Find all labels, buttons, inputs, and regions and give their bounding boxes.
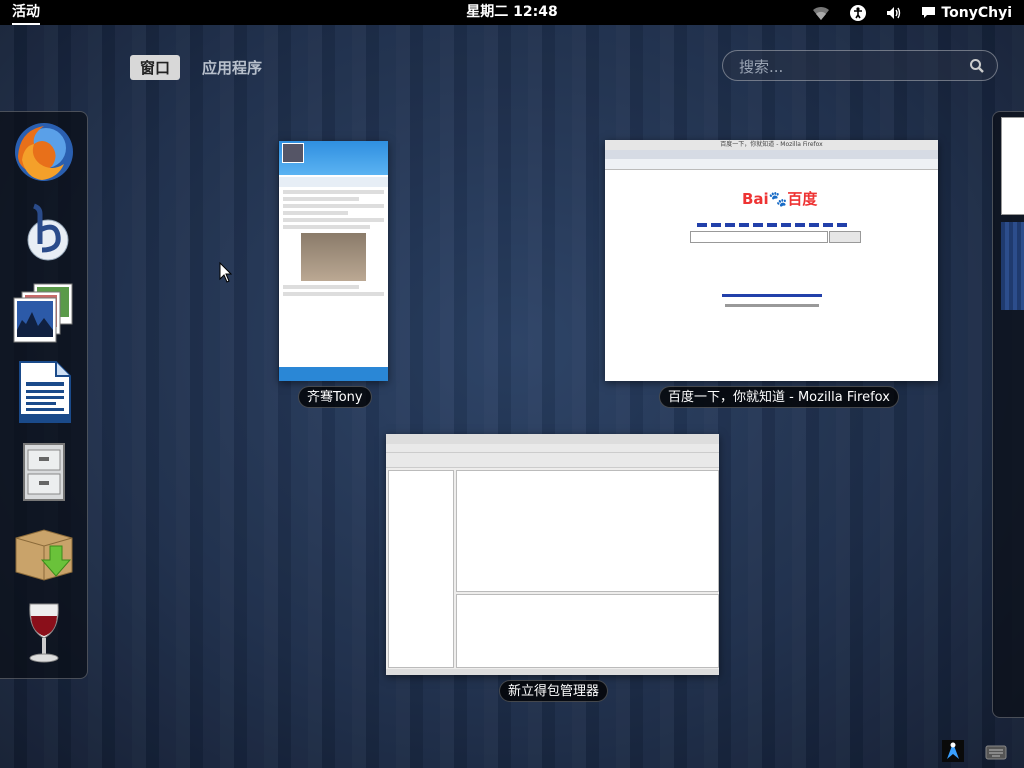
dash-item-package-installer[interactable] xyxy=(12,522,76,586)
package-installer-icon xyxy=(12,520,76,588)
avatar xyxy=(282,143,304,163)
tray-qq-icon[interactable] xyxy=(942,740,964,762)
system-tray: TonyChyi xyxy=(811,0,1012,25)
workspace-thumbnail[interactable] xyxy=(1001,117,1024,215)
top-panel: 活动 星期二 12:48 TonyChyi xyxy=(0,0,1024,25)
file-cabinet-icon xyxy=(12,440,76,508)
view-selector: 窗口 应用程序 xyxy=(130,55,272,80)
dash xyxy=(0,111,88,679)
workspace-switcher xyxy=(992,111,1024,718)
tab-applications[interactable]: 应用程序 xyxy=(192,55,272,80)
libreoffice-writer-icon xyxy=(12,360,76,428)
wifi-icon[interactable] xyxy=(811,5,831,21)
tab-windows[interactable]: 窗口 xyxy=(130,55,181,80)
keyboard-icon[interactable] xyxy=(985,744,1007,764)
user-name: TonyChyi xyxy=(941,4,1012,21)
dash-item-wine[interactable] xyxy=(12,602,76,666)
baidu-logo: Bai🐾百度 xyxy=(742,190,818,208)
clock-label[interactable]: 星期二 12:48 xyxy=(466,4,557,20)
window-caption[interactable]: 新立得包管理器 xyxy=(499,680,609,702)
mouse-pointer-icon xyxy=(219,261,233,288)
window-thumbnail-synaptic[interactable] xyxy=(386,434,719,675)
search-box xyxy=(722,50,998,81)
shotwell-photos-icon xyxy=(12,280,76,348)
window-thumbnail-qq[interactable] xyxy=(279,141,388,381)
dash-item-writer[interactable] xyxy=(12,360,76,428)
user-menu[interactable]: TonyChyi xyxy=(921,5,1012,21)
window-thumbnail-firefox[interactable]: 百度一下，你就知道 - Mozilla Firefox Bai🐾百度 xyxy=(605,140,938,381)
dash-item-firefox[interactable] xyxy=(12,122,76,186)
firefox-preview-title: 百度一下，你就知道 - Mozilla Firefox xyxy=(605,140,938,150)
window-caption[interactable]: 百度一下，你就知道 - Mozilla Firefox xyxy=(659,386,899,408)
search-icon xyxy=(969,58,985,78)
chat-icon xyxy=(922,6,936,18)
activities-button[interactable]: 活动 xyxy=(12,0,40,25)
dash-item-banshee[interactable] xyxy=(12,202,76,266)
volume-icon[interactable] xyxy=(885,5,903,21)
workspace-thumbnail[interactable] xyxy=(1001,222,1024,310)
search-input[interactable] xyxy=(737,55,961,78)
accessibility-icon[interactable] xyxy=(849,4,867,22)
dash-item-photos[interactable] xyxy=(12,282,76,346)
firefox-icon xyxy=(12,120,76,188)
baidu-paw-icon: 🐾 xyxy=(768,190,788,208)
wine-glass-icon xyxy=(12,600,76,668)
window-caption[interactable]: 齐骞Tony xyxy=(298,386,372,408)
dash-item-file-cabinet[interactable] xyxy=(12,442,76,506)
banshee-icon xyxy=(12,200,76,268)
